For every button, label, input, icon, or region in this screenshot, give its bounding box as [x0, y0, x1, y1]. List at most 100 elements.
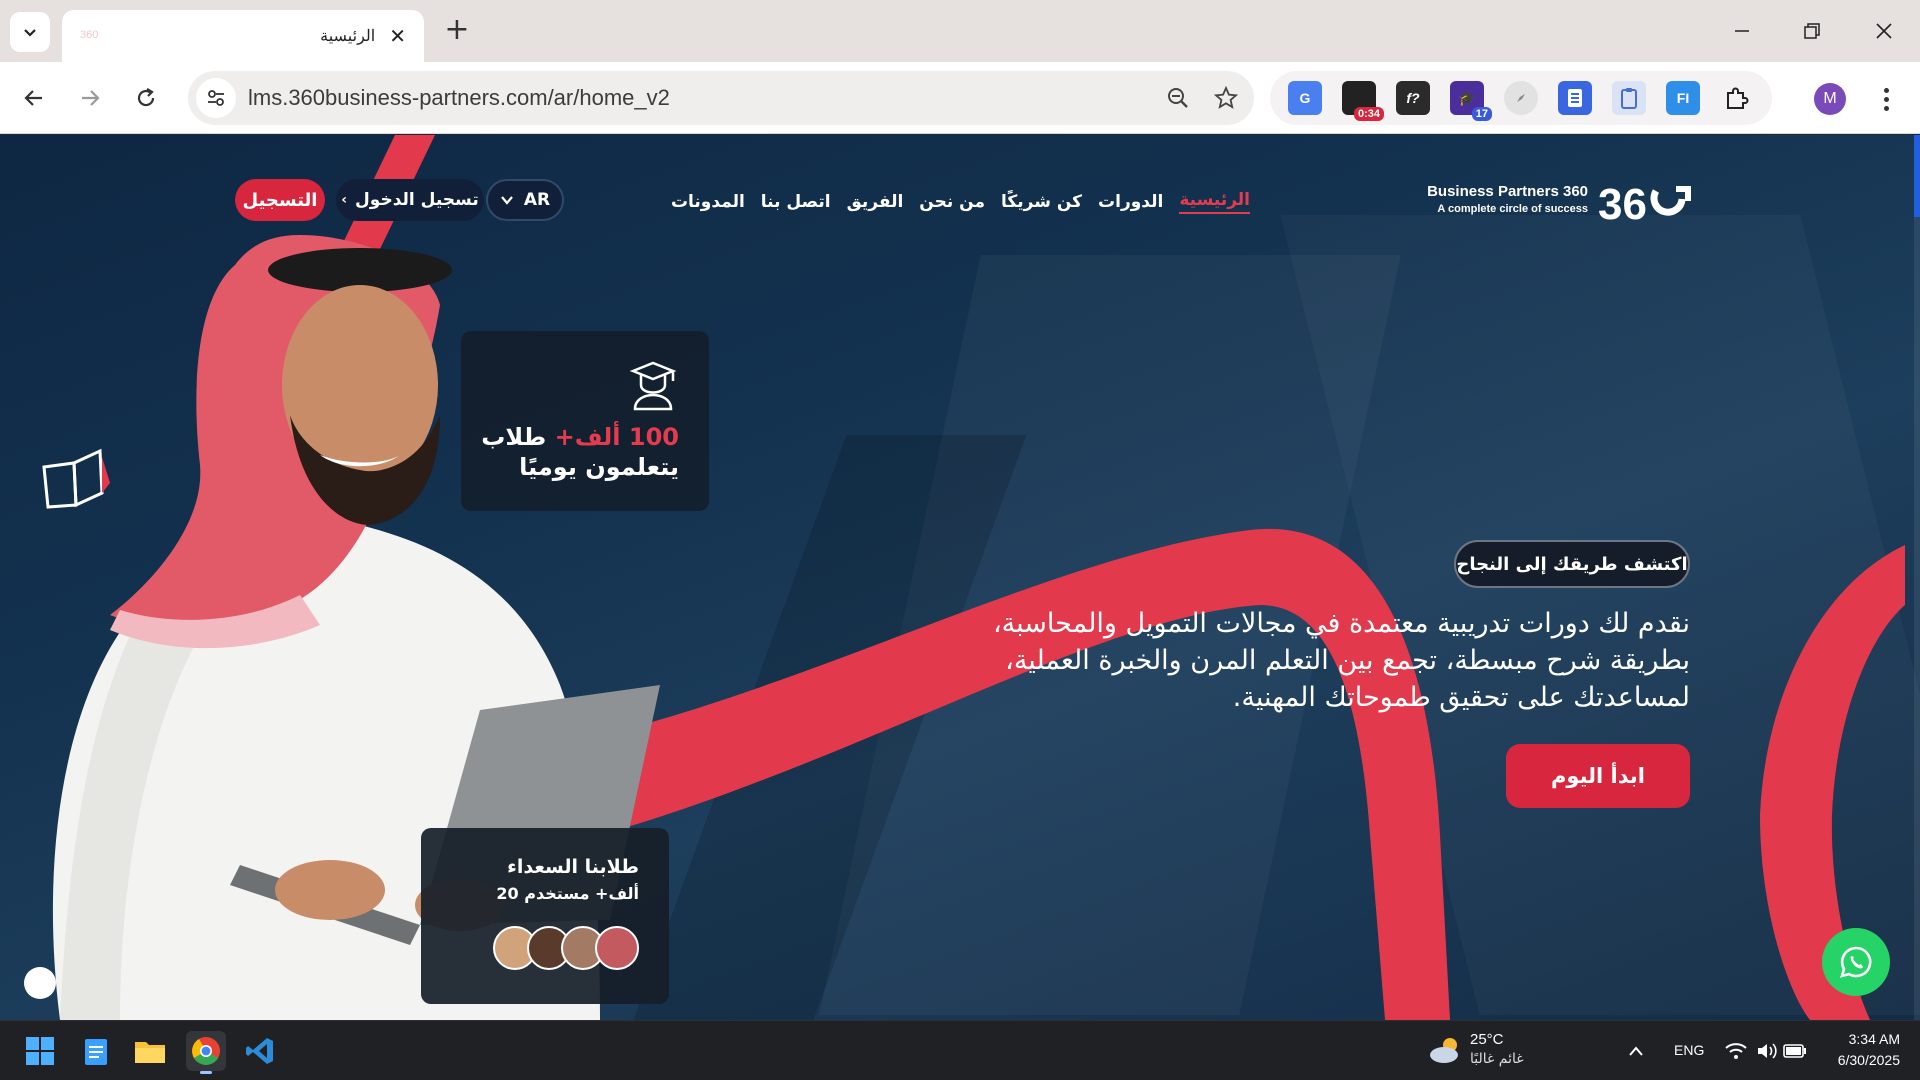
students-count: 20 ألف+ مستخدم	[496, 884, 639, 903]
battery-icon	[1783, 1044, 1806, 1058]
zoom-icon	[1168, 88, 1188, 108]
star-icon	[1214, 86, 1238, 109]
clipboard-icon	[1621, 88, 1637, 109]
web-page: Business Partners 360 A complete circle …	[0, 135, 1920, 1020]
volume-button[interactable]	[1752, 1031, 1782, 1071]
notepad-taskbar-button[interactable]	[76, 1031, 116, 1071]
avatar	[595, 926, 639, 970]
browser-menu-button[interactable]	[1868, 81, 1904, 117]
battery-button[interactable]	[1780, 1031, 1810, 1071]
site-info-button[interactable]	[196, 78, 236, 118]
nav-home[interactable]: الرئيسية	[1179, 190, 1250, 214]
hero-line-2: بطريقة شرح مبسطة، تجمع بين التعلم المرن …	[1005, 645, 1690, 676]
stat-headline: 100 ألف+ طلاب	[481, 423, 679, 451]
url-text[interactable]: lms.360business-partners.com/ar/home_v2	[248, 85, 1158, 111]
logo-360-mark: 36	[1598, 180, 1691, 227]
students-title: طلابنا السعداء	[507, 856, 639, 878]
chrome-icon	[192, 1037, 220, 1065]
fi-extension-label: FI	[1676, 90, 1690, 106]
browser-tab-strip: 360 الرئيسية ✕ +	[0, 0, 1920, 62]
arrow-left-icon	[24, 90, 42, 106]
stat-subline: يتعلمون يوميًا	[519, 453, 679, 481]
show-hidden-icons-button[interactable]	[1622, 1031, 1650, 1071]
discover-badge: اكتشف طريقك إلى النجاح	[1454, 540, 1690, 588]
timer-extension-icon[interactable]: 0:34	[1342, 81, 1384, 121]
restore-button[interactable]	[1792, 14, 1832, 48]
compass-extension-icon[interactable]	[1504, 81, 1538, 115]
tab-search-button[interactable]	[10, 12, 50, 52]
close-window-button[interactable]	[1864, 14, 1904, 48]
tab-title: الرئيسية	[320, 28, 376, 45]
book-icon	[42, 448, 110, 509]
chevron-down-icon	[24, 29, 36, 37]
timer-badge: 0:34	[1353, 107, 1384, 121]
graduate-icon	[629, 361, 677, 411]
clock-time: 3:34 AM	[1848, 1031, 1900, 1047]
whatsapp-button[interactable]	[1822, 928, 1890, 996]
nav-courses[interactable]: الدورات	[1098, 192, 1163, 212]
speaker-icon	[1758, 1043, 1777, 1059]
compass-icon	[1517, 94, 1525, 102]
bookmark-star-button[interactable]	[1206, 78, 1246, 118]
nav-about-us[interactable]: من نحن	[919, 192, 985, 212]
page-scrollbar[interactable]	[1914, 135, 1920, 1020]
notepad-icon	[85, 1039, 107, 1065]
stat-number: 100 ألف+	[554, 423, 679, 451]
profile-avatar[interactable]: M	[1814, 83, 1846, 115]
system-clock[interactable]: 3:34 AM 6/30/2025	[1808, 1029, 1900, 1071]
start-today-button[interactable]: ابدأ اليوم	[1506, 744, 1690, 808]
extensions-menu-button[interactable]	[1720, 81, 1754, 115]
whatsapp-icon	[1840, 946, 1872, 978]
file-explorer-taskbar-button[interactable]	[130, 1031, 170, 1071]
clipboard-extension-icon[interactable]	[1612, 81, 1646, 115]
font-identifier-icon[interactable]: f?	[1396, 81, 1430, 115]
network-button[interactable]	[1720, 1031, 1752, 1071]
tab-close-icon[interactable]: ✕	[389, 24, 406, 48]
google-translate-icon[interactable]: G	[1288, 81, 1322, 115]
vscode-taskbar-button[interactable]	[240, 1031, 280, 1071]
chat-launcher-dot[interactable]	[24, 967, 56, 999]
vscode-icon	[246, 1038, 273, 1064]
chrome-taskbar-button[interactable]	[186, 1031, 226, 1074]
reload-button[interactable]	[124, 76, 168, 120]
close-icon	[1876, 23, 1892, 39]
hero-description: نقدم لك دورات تدريبية معتمدة في مجالات ا…	[930, 605, 1690, 716]
site-logo[interactable]: Business Partners 360 A complete circle …	[1420, 177, 1692, 227]
input-language[interactable]: ENG	[1674, 1042, 1704, 1058]
minimize-icon	[1735, 30, 1749, 32]
nav-team[interactable]: الفريق	[847, 192, 904, 212]
wifi-icon	[1725, 1043, 1747, 1059]
folder-icon	[135, 1042, 165, 1063]
students-stat-card: 100 ألف+ طلاب يتعلمون يوميًا	[461, 331, 709, 511]
weather-condition: غائم غالبًا	[1470, 1051, 1524, 1067]
address-bar[interactable]: lms.360business-partners.com/ar/home_v2	[188, 71, 1254, 125]
zoom-button[interactable]	[1158, 78, 1198, 118]
page-scrollbar-thumb[interactable]	[1914, 135, 1920, 217]
document-lines-icon	[1568, 89, 1582, 107]
hero-line-3: لمساعدتك على تحقيق طموحاتك المهنية.	[1232, 682, 1690, 713]
new-tab-button[interactable]: +	[440, 14, 474, 48]
happy-students-card: طلابنا السعداء 20 ألف+ مستخدم	[421, 828, 669, 1004]
graduation-extension-icon[interactable]: 🎓 17	[1450, 81, 1492, 121]
browser-tab-active[interactable]: 360 الرئيسية ✕	[62, 10, 424, 62]
minimize-button[interactable]	[1722, 14, 1762, 48]
nav-contact-us[interactable]: اتصل بنا	[761, 192, 831, 212]
tab-favicon: 360	[80, 29, 99, 41]
reader-extension-icon[interactable]	[1558, 81, 1592, 115]
weather-temperature: 25°C	[1470, 1031, 1504, 1048]
clock-date: 6/30/2025	[1837, 1052, 1900, 1068]
back-button[interactable]	[12, 76, 56, 120]
windows-taskbar: 25°C غائم غالبًا ENG 3:34 AM 6/30/2025	[0, 1020, 1920, 1080]
browser-toolbar: lms.360business-partners.com/ar/home_v2 …	[0, 62, 1920, 134]
chevron-up-icon	[1629, 1046, 1643, 1056]
restore-icon	[1804, 23, 1820, 39]
extensions-area: G 0:34 f? 🎓 17 FI	[1270, 71, 1772, 125]
arrow-right-icon	[82, 90, 100, 106]
main-navigation: الرئيسية الدورات كن شريكًا من نحن الفريق…	[671, 187, 1250, 217]
fi-extension-icon[interactable]: FI	[1666, 81, 1700, 115]
nav-become-partner[interactable]: كن شريكًا	[1001, 192, 1082, 212]
windows-logo-icon	[26, 1037, 54, 1065]
forward-button[interactable]	[68, 76, 112, 120]
start-button[interactable]	[20, 1031, 60, 1071]
weather-widget[interactable]: 25°C غائم غالبًا	[1426, 1029, 1536, 1073]
